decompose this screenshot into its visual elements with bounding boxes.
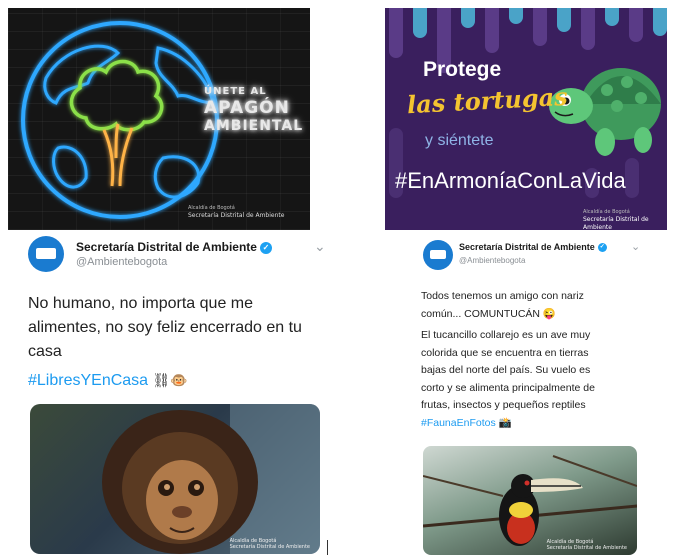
account-name[interactable]: Secretaría Distrital de Ambiente ✓ — [459, 242, 607, 253]
tweet-text-line: Todos tenemos un amigo con nariz — [421, 290, 584, 302]
poster-hashtag: #EnArmoníaConLaVida — [395, 168, 626, 193]
tweet-photo-monkey[interactable]: Alcaldía de Bogotá Secretaría Distrital … — [30, 404, 320, 554]
tweet-text-line: El tucancillo collarejo es un ave muy — [421, 329, 591, 341]
account-handle[interactable]: @Ambientebogota — [76, 256, 167, 268]
tweet-text: Todos tenemos un amigo con nariz común..… — [421, 288, 595, 432]
divider-line — [327, 540, 328, 555]
poster-credit: Alcaldía de Bogotá Secretaría Distrital … — [583, 208, 667, 230]
tweet-text-line: alimentes, no soy feliz encerrado en tu — [28, 319, 302, 336]
tweet-text: No humano, no importa que me alimentes, … — [28, 292, 302, 393]
credit-line-2: Secretaría Distrital de Ambiente — [583, 216, 649, 230]
monkey-photo-graphic — [102, 404, 320, 554]
tweet-text-line: común... COMUNTUCÁN 😜 — [421, 307, 557, 320]
account-name-text: Secretaría Distrital de Ambiente — [76, 240, 257, 254]
tweet-text-line: corto y se alimenta principalmente de — [421, 381, 595, 394]
hashtag-link[interactable]: #FaunaEnFotos — [421, 417, 496, 429]
account-handle[interactable]: @Ambientebogota — [459, 256, 525, 265]
sda-logo-icon — [429, 250, 447, 260]
account-avatar[interactable] — [28, 236, 64, 272]
account-avatar[interactable] — [423, 240, 453, 270]
tweet-text-line: No humano, no importa que me — [28, 295, 254, 312]
verified-badge-icon: ✓ — [597, 243, 607, 253]
account-name-text: Secretaría Distrital de Ambiente — [459, 242, 595, 252]
tweet-hashtag-line: #LibresYEnCasa ⛓🐵 — [28, 368, 302, 393]
hashtag-link[interactable]: #LibresYEnCasa — [28, 372, 148, 389]
protege-tortugas-poster: Protege las tortugas y siéntete #EnArmon… — [385, 8, 667, 230]
turtle-illustration — [549, 68, 661, 156]
verified-badge-icon: ✓ — [259, 241, 272, 254]
tweet-text-line: casa — [28, 343, 62, 360]
poster-credit: Alcaldía de Bogotá Secretaría Distrital … — [188, 204, 284, 220]
sda-logo-icon — [35, 248, 57, 260]
poster-line-unete: ÚNETE AL — [204, 86, 267, 97]
account-name[interactable]: Secretaría Distrital de Ambiente ✓ — [76, 240, 272, 254]
poster-line-apagon: APAGÓN — [204, 98, 290, 118]
credit-line-2: Secretaría Distrital de Ambiente — [188, 212, 285, 219]
tweet-hashtag-line: #FaunaEnFotos 📸 — [421, 415, 595, 433]
chevron-down-icon[interactable]: ⌄ — [631, 240, 640, 253]
tweet-emoji: 📸 — [498, 416, 512, 429]
photo-credit: Alcaldía de Bogotá Secretaría Distrital … — [230, 538, 310, 550]
poster-line-ambiental: AMBIENTAL — [204, 118, 304, 134]
photo-credit: Alcaldía de Bogotá Secretaría Distrital … — [547, 539, 627, 551]
tweet-libres-en-casa[interactable]: Secretaría Distrital de Ambiente ✓ @Ambie… — [18, 232, 336, 555]
tweet-text-line: frutas, insectos y pequeños reptiles — [421, 399, 586, 411]
poster-line-protege: Protege — [423, 58, 502, 81]
photo-credit-line-2: Secretaría Distrital de Ambiente — [229, 544, 310, 550]
photo-credit-line-2: Secretaría Distrital de Ambiente — [546, 545, 627, 551]
tweet-photo-toucan[interactable]: Alcaldía de Bogotá Secretaría Distrital … — [423, 446, 637, 555]
apagon-ambiental-poster: ÚNETE AL APAGÓN AMBIENTAL Alcaldía de Bo… — [8, 8, 310, 230]
credit-line-1: Alcaldía de Bogotá — [188, 205, 235, 211]
poster-line-y-sientete: y siéntete — [425, 132, 494, 149]
tweet-emoji: ⛓🐵 — [152, 372, 188, 388]
tweet-fauna-en-fotos[interactable]: Secretaría Distrital de Ambiente ✓ @Ambie… — [413, 236, 649, 555]
tweet-text-line: colorida que se encuentra en tierras — [421, 346, 589, 359]
credit-line-1: Alcaldía de Bogotá — [583, 209, 630, 215]
tweet-text-line: bajas del norte del país. Su vuelo es — [421, 364, 591, 376]
chevron-down-icon[interactable]: ⌄ — [314, 238, 326, 255]
